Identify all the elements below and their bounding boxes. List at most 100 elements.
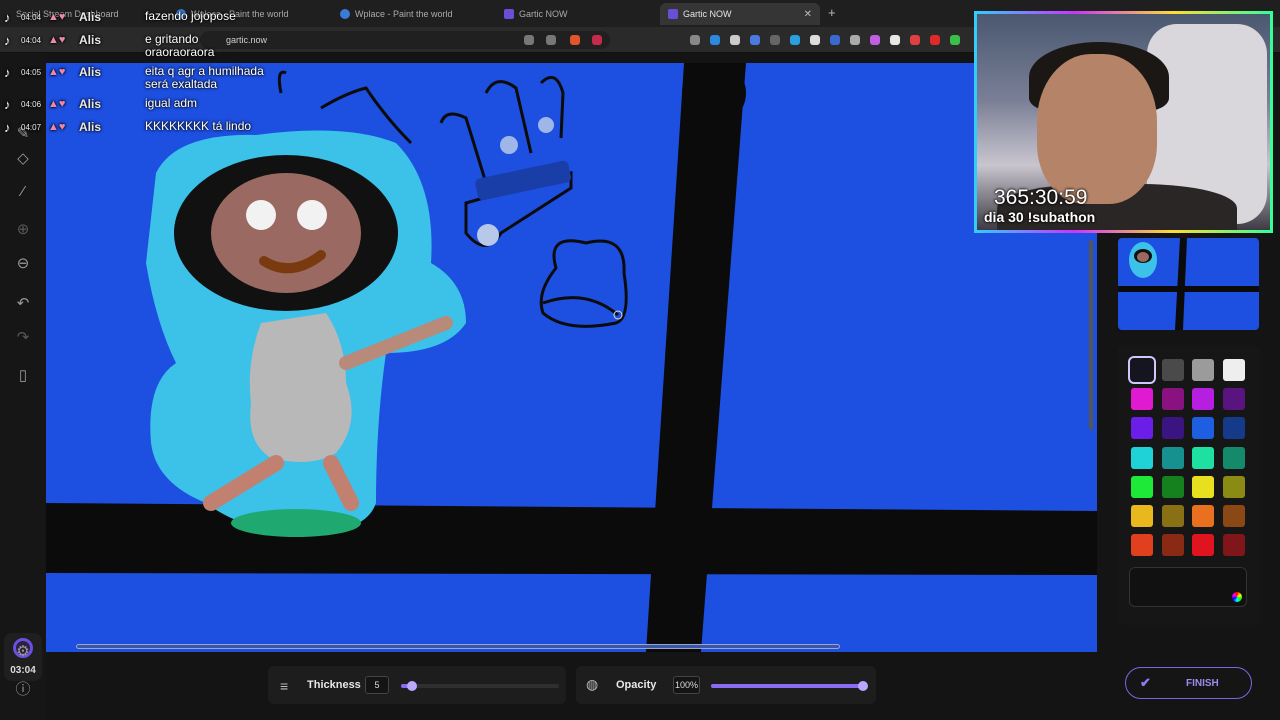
- chat-text: igual adm: [145, 96, 198, 110]
- tab-label: Wplace - Paint the world: [355, 9, 453, 19]
- color-swatch[interactable]: [1161, 475, 1184, 498]
- tiktok-icon: ♪: [4, 33, 11, 48]
- color-swatch[interactable]: [1131, 446, 1153, 469]
- color-swatch[interactable]: [1192, 359, 1214, 381]
- brave-shield-icon[interactable]: [570, 35, 580, 45]
- extension-icon[interactable]: [890, 35, 900, 45]
- badge-icon: ▲♥: [48, 98, 66, 110]
- extension-icon[interactable]: [750, 35, 760, 45]
- color-swatch[interactable]: [1131, 388, 1153, 411]
- color-swatch[interactable]: [1192, 505, 1214, 527]
- color-palette: [1117, 345, 1260, 625]
- color-swatch[interactable]: [1192, 446, 1214, 469]
- close-icon[interactable]: ✕: [804, 9, 812, 20]
- extension-icon[interactable]: [730, 35, 740, 45]
- opacity-panel: ◍ Opacity 100%: [576, 666, 876, 704]
- slider-knob[interactable]: [858, 681, 868, 691]
- extension-icon[interactable]: [770, 35, 780, 45]
- webcam-overlay: 365:30:59 dia 30 !subathon: [974, 11, 1273, 233]
- tab-wplace-2[interactable]: Wplace - Paint the world: [332, 3, 492, 25]
- color-swatch[interactable]: [1222, 417, 1245, 440]
- tool-sidebar: ✎ ◇ ⁄ ⊕ ⊖ ↶ ↷ ▯ 03:04 ⚙ ⓘ: [0, 53, 46, 720]
- opacity-slider[interactable]: [711, 681, 868, 691]
- brave-rewards-icon[interactable]: [592, 35, 602, 45]
- color-swatch[interactable]: [1222, 534, 1245, 557]
- new-tab-button[interactable]: +: [828, 5, 836, 20]
- color-swatch[interactable]: [1161, 388, 1184, 411]
- color-swatch[interactable]: [1131, 417, 1153, 440]
- zoom-out-icon[interactable]: ⊖: [13, 253, 33, 273]
- tiktok-icon: ♪: [4, 97, 11, 112]
- tiktok-icon: ♪: [4, 120, 11, 135]
- subathon-counter: 365:30:59: [994, 186, 1088, 209]
- color-swatch[interactable]: [1161, 534, 1184, 557]
- page-icon[interactable]: ▯: [13, 365, 33, 385]
- color-swatch[interactable]: [1131, 475, 1153, 498]
- extension-icon[interactable]: [950, 35, 960, 45]
- gear-icon[interactable]: ⚙: [13, 641, 33, 661]
- undo-icon[interactable]: ↶: [13, 293, 33, 313]
- color-wheel-icon[interactable]: [1232, 592, 1242, 602]
- color-swatch[interactable]: [1222, 446, 1245, 469]
- redo-icon[interactable]: ↷: [13, 327, 33, 347]
- extension-icon[interactable]: [830, 35, 840, 45]
- color-swatch[interactable]: [1222, 505, 1245, 527]
- extension-icon[interactable]: [710, 35, 720, 45]
- opacity-icon: ◍: [586, 676, 599, 692]
- slider-knob[interactable]: [407, 681, 418, 691]
- color-swatch[interactable]: [1192, 475, 1214, 498]
- color-swatch[interactable]: [1161, 359, 1184, 381]
- thickness-value[interactable]: 5: [365, 676, 389, 694]
- share-icon[interactable]: [546, 35, 556, 45]
- chat-text: fazendo jojopose: [145, 9, 236, 23]
- zoom-in-icon[interactable]: ⊕: [13, 219, 33, 239]
- color-swatch[interactable]: [1222, 359, 1245, 381]
- horizontal-scrollbar[interactable]: [76, 644, 840, 649]
- color-swatch[interactable]: [1131, 505, 1153, 527]
- color-swatch[interactable]: [1192, 388, 1214, 411]
- chat-time: 04:04: [21, 36, 42, 45]
- extension-icon[interactable]: [690, 35, 700, 45]
- badge-icon: ▲♥: [48, 11, 66, 23]
- extension-icon[interactable]: [910, 35, 920, 45]
- color-swatch[interactable]: [1128, 356, 1156, 384]
- vertical-scrollbar[interactable]: [1089, 240, 1093, 430]
- opacity-label: Opacity: [616, 679, 657, 691]
- drawing-canvas[interactable]: [46, 63, 1097, 652]
- thickness-slider[interactable]: [401, 681, 559, 691]
- color-swatch[interactable]: [1192, 417, 1214, 440]
- color-swatch[interactable]: [1131, 534, 1153, 557]
- color-swatch[interactable]: [1161, 417, 1184, 440]
- window-frame-top: [682, 63, 746, 125]
- chat-text: e gritando oraoraoraora: [145, 32, 215, 59]
- canvas-minimap[interactable]: [1118, 238, 1259, 330]
- color-swatch[interactable]: [1222, 475, 1245, 498]
- eyedropper-icon[interactable]: ⁄: [13, 181, 33, 201]
- tab-gartic-active[interactable]: Gartic NOW ✕: [660, 3, 820, 25]
- color-swatch[interactable]: [1161, 505, 1184, 527]
- info-icon[interactable]: ⓘ: [13, 678, 33, 698]
- chat-user: Alis: [79, 10, 102, 24]
- chat-time: 04:04: [21, 13, 42, 22]
- color-swatch[interactable]: [1192, 534, 1214, 557]
- right-eye: [297, 200, 327, 230]
- extension-icon[interactable]: [930, 35, 940, 45]
- chat-user: Alis: [79, 33, 102, 47]
- tab-gartic-1[interactable]: Gartic NOW: [496, 3, 656, 25]
- cast-icon[interactable]: [524, 35, 534, 45]
- extension-icon[interactable]: [790, 35, 800, 45]
- opacity-value[interactable]: 100%: [673, 676, 700, 694]
- eraser-icon[interactable]: ◇: [13, 148, 33, 168]
- extension-icon[interactable]: [810, 35, 820, 45]
- color-swatch[interactable]: [1222, 388, 1245, 411]
- thickness-panel: ≡ Thickness 5: [268, 666, 566, 704]
- color-swatch[interactable]: [1161, 446, 1184, 469]
- extension-icon[interactable]: [870, 35, 880, 45]
- tab-label: Gartic NOW: [519, 9, 568, 19]
- slider-fill: [711, 684, 863, 688]
- badge-icon: ▲♥: [48, 66, 66, 78]
- custom-color-slot[interactable]: [1129, 567, 1247, 607]
- extension-icon[interactable]: [850, 35, 860, 45]
- finish-button[interactable]: ✔ FINISH: [1125, 667, 1252, 699]
- tiktok-icon: ♪: [4, 65, 11, 80]
